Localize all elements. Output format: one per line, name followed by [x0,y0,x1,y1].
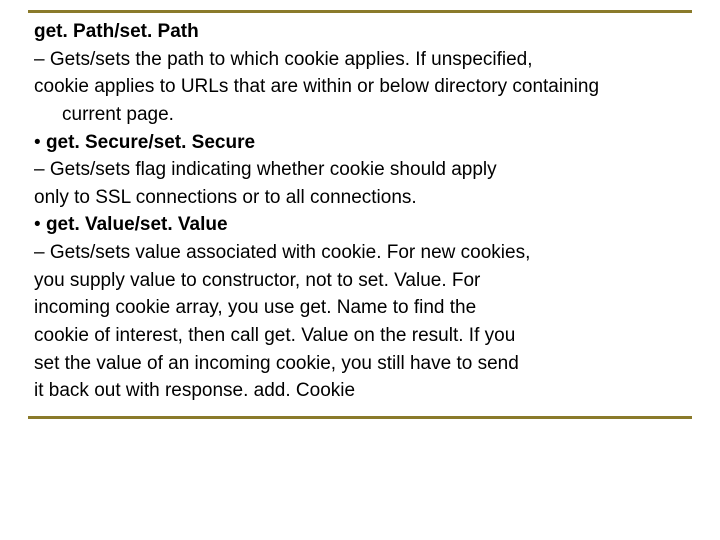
line-13-text: set the value of an incoming cookie, you… [34,353,519,374]
line-11: incoming cookie array, you use get. Name… [34,295,686,321]
line-6-text: Gets/sets flag indicating whether cookie… [50,159,497,180]
content-box: get. Path/set. Path – Gets/sets the path… [28,10,692,419]
line-11-text: incoming cookie array, you use get. Name… [34,297,476,318]
line-14-text: it back out with response. add. Cookie [34,380,355,401]
line-12-text: cookie of interest, then call get. Value… [34,325,515,346]
line-1-bold: get. Path/set. Path [34,21,199,42]
line-8-bullet: • [34,214,46,235]
line-14: it back out with response. add. Cookie [34,378,686,404]
line-9-bullet: – [34,242,50,263]
line-10-text: you supply value to constructor, not to … [34,270,480,291]
line-7-text: only to SSL connections or to all connec… [34,187,417,208]
line-9: – Gets/sets value associated with cookie… [34,240,686,266]
line-10: you supply value to constructor, not to … [34,268,686,294]
line-2-text: Gets/sets the path to which cookie appli… [50,49,533,70]
line-1: get. Path/set. Path [34,19,686,45]
line-13: set the value of an incoming cookie, you… [34,351,686,377]
line-3: cookie applies to URLs that are within o… [34,74,686,100]
line-8-bold: get. Value/set. Value [46,214,228,235]
line-5-bullet: • [34,132,46,153]
line-6: – Gets/sets flag indicating whether cook… [34,157,686,183]
line-4: current page. [34,102,686,128]
line-12: cookie of interest, then call get. Value… [34,323,686,349]
line-7: only to SSL connections or to all connec… [34,185,686,211]
line-5: • get. Secure/set. Secure [34,130,686,156]
line-3-text: cookie applies to URLs that are within o… [34,76,599,97]
line-2-bullet: – [34,49,50,70]
line-5-bold: get. Secure/set. Secure [46,132,255,153]
line-9-text: Gets/sets value associated with cookie. … [50,242,531,263]
line-4-text: current page. [62,104,174,125]
slide: get. Path/set. Path – Gets/sets the path… [0,0,720,540]
line-6-bullet: – [34,159,50,180]
line-2: – Gets/sets the path to which cookie app… [34,47,686,73]
line-8: • get. Value/set. Value [34,212,686,238]
